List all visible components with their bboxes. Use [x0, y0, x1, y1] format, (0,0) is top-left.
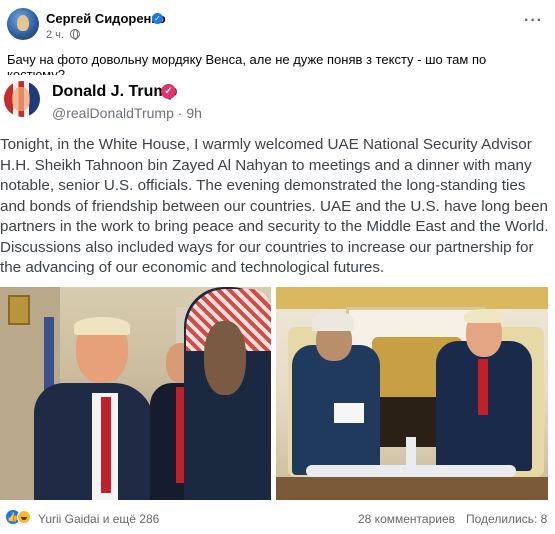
embed-verified-icon: ✓: [161, 84, 176, 99]
author-name[interactable]: Сергей Сидоренко: [46, 11, 166, 26]
embed-age: 9h: [186, 105, 202, 121]
post-time[interactable]: 2 ч.: [46, 29, 64, 41]
globe-icon: [70, 29, 81, 40]
comments-count[interactable]: 28 комментариев: [358, 512, 455, 526]
embed-author-name: Donald J. Trump: [52, 83, 178, 100]
embed-text: Tonight, in the White House, I warmly we…: [0, 136, 549, 276]
embed-handle: @realDonaldTrump: [52, 105, 174, 121]
reactions-text[interactable]: Yurii Gaidai и ещё 286: [38, 512, 159, 526]
haha-icon: [17, 510, 31, 524]
more-icon[interactable]: ···: [524, 12, 543, 30]
post-footer: 👍 Yurii Gaidai и ещё 286 28 комментариев…: [0, 504, 555, 532]
embed-separator: ·: [177, 105, 183, 121]
embed-avatar: [4, 81, 40, 117]
verified-icon: ✓: [152, 13, 163, 24]
embedded-post[interactable]: Donald J. Trump ✓ @realDonaldTrump · 9h …: [0, 75, 555, 501]
embed-handle-line: @realDonaldTrump · 9h: [52, 105, 202, 121]
post-header: Сергей Сидоренко ✓ 2 ч. ···: [0, 0, 555, 46]
shares-count[interactable]: Поделились: 8: [466, 512, 547, 526]
author-avatar[interactable]: [7, 8, 39, 40]
photo-right[interactable]: [276, 287, 548, 500]
post-meta: 2 ч.: [46, 29, 81, 41]
photo-left[interactable]: [0, 287, 271, 500]
